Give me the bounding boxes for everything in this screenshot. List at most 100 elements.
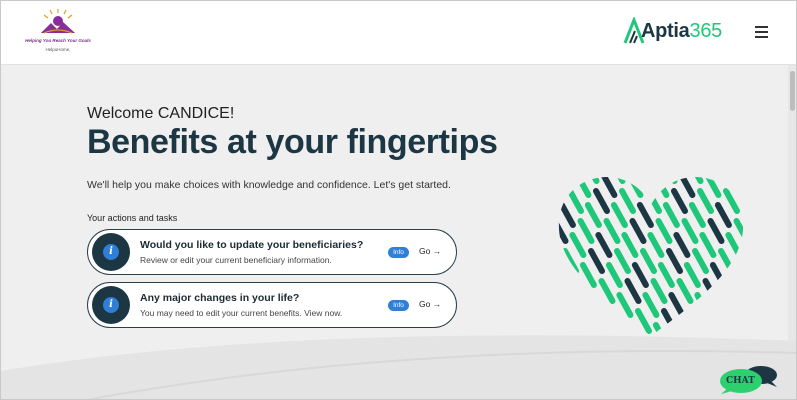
site-header: Helping You Reach Your Goals HelpuHome, … (1, 1, 796, 65)
heart-stripe (564, 292, 582, 318)
heart-stripe (733, 218, 744, 244)
heart-stripe (558, 232, 561, 258)
go-link[interactable]: Go → (419, 246, 441, 256)
heart-stripe (686, 177, 704, 184)
welcome-message: Welcome CANDICE! (87, 105, 235, 122)
heart-stripe (678, 322, 696, 336)
heart-stripe (636, 202, 654, 228)
heart-stripe (629, 218, 647, 244)
heart-stripe (704, 322, 722, 336)
heart-stripe (702, 278, 720, 304)
heart-stripe (707, 218, 725, 244)
aptia365-logo[interactable]: Aptia365 (623, 17, 735, 47)
client-subtext: HelpuHome, (45, 47, 71, 52)
client-logo[interactable]: Helping You Reach Your Goals HelpuHome, (19, 9, 97, 59)
chat-label: CHAT (726, 376, 755, 386)
heart-stripe (624, 278, 642, 304)
task-title: Any major changes in your life? (140, 292, 300, 304)
heart-stripe (692, 248, 709, 274)
heart-stripe (621, 232, 639, 258)
task-description: You may need to edit your current benefi… (140, 308, 343, 318)
heart-stripe (709, 262, 727, 288)
heart-stripe (558, 177, 566, 198)
heart-stripe (657, 262, 675, 288)
heart-stripe (626, 322, 644, 336)
heart-stripe (660, 177, 678, 184)
brand-wordmark: Aptia365 (641, 20, 722, 43)
heart-stripe (645, 188, 662, 214)
heart-stripe (582, 177, 600, 184)
task-title: Would you like to update your beneficiar… (140, 239, 364, 251)
heart-stripe (728, 278, 744, 304)
heart-stripe (588, 248, 605, 274)
heart-stripe (688, 202, 706, 228)
heart-stripe (619, 188, 636, 214)
heart-stripe (634, 177, 652, 184)
sun-mountain-logo-icon (41, 9, 75, 34)
heart-stripe (671, 188, 688, 214)
heart-stripe (583, 308, 600, 334)
heart-stripe (683, 262, 701, 288)
heart-stripe (738, 177, 744, 184)
heart-stripe (590, 292, 608, 318)
heart-stripe (697, 188, 714, 214)
hamburger-menu-icon[interactable] (753, 24, 771, 40)
heart-stripe (735, 262, 744, 288)
heart-stripe (605, 262, 623, 288)
heart-stripe (614, 248, 631, 274)
brand-number: 365 (689, 20, 723, 42)
page-subtitle: We'll help you make choices with knowled… (87, 179, 451, 191)
heart-stripe (558, 202, 576, 228)
heart-stripe (567, 188, 584, 214)
heart-stripe (662, 202, 680, 228)
heart-stripe (574, 177, 592, 198)
heart-stripe (723, 188, 740, 214)
heart-stripe (572, 278, 590, 304)
heart-stripe (642, 292, 660, 318)
heart-stripe (609, 308, 626, 334)
heart-stripe (603, 218, 621, 244)
scrollbar-thumb[interactable] (790, 71, 795, 111)
heart-stripe (616, 292, 634, 318)
heart-stripe (558, 278, 564, 304)
task-card-life-changes[interactable]: i Any major changes in your life? You ma… (87, 282, 457, 328)
task-card-beneficiaries[interactable]: i Would you like to update your benefici… (87, 229, 457, 275)
heart-stripe (725, 232, 743, 258)
heart-stripe (593, 188, 610, 214)
heart-stripe (650, 278, 668, 304)
striped-heart-illustration (558, 177, 751, 336)
heart-stripe (749, 295, 751, 315)
page-title: Benefits at your fingertips (87, 123, 498, 161)
info-icon: i (92, 233, 130, 271)
info-badge[interactable]: Info (388, 300, 409, 311)
heart-stripe (681, 218, 699, 244)
heart-stripe (635, 308, 652, 334)
heart-stripe (655, 218, 673, 244)
info-icon: i (92, 286, 130, 324)
heart-stripe (687, 308, 704, 334)
client-tagline: Helping You Reach Your Goals (25, 38, 91, 43)
heart-stripe (730, 322, 744, 336)
heart-stripe (712, 177, 730, 184)
heart-stripe (699, 232, 717, 258)
heart-stripe (713, 308, 730, 334)
app-frame: Helping You Reach Your Goals HelpuHome, … (0, 0, 797, 400)
tasks-section-label: Your actions and tasks (87, 213, 178, 223)
heart-stripe (558, 218, 569, 244)
go-link[interactable]: Go → (419, 299, 441, 309)
heart-stripe (652, 177, 670, 198)
heart-stripe (714, 202, 732, 228)
heart-stripe (720, 292, 738, 318)
heart-stripe (678, 177, 696, 198)
heart-stripe (640, 248, 657, 274)
heart-stripe (718, 248, 735, 274)
heart-stripe (694, 292, 712, 318)
heart-stripe (652, 322, 670, 336)
heart-stripe (584, 202, 602, 228)
heart-stripe (579, 262, 597, 288)
heart-stripe (704, 177, 722, 198)
heart-stripe (577, 218, 595, 244)
info-badge[interactable]: Info (388, 247, 409, 258)
heart-stripe (562, 248, 579, 274)
chat-button[interactable]: CHAT (717, 363, 781, 395)
